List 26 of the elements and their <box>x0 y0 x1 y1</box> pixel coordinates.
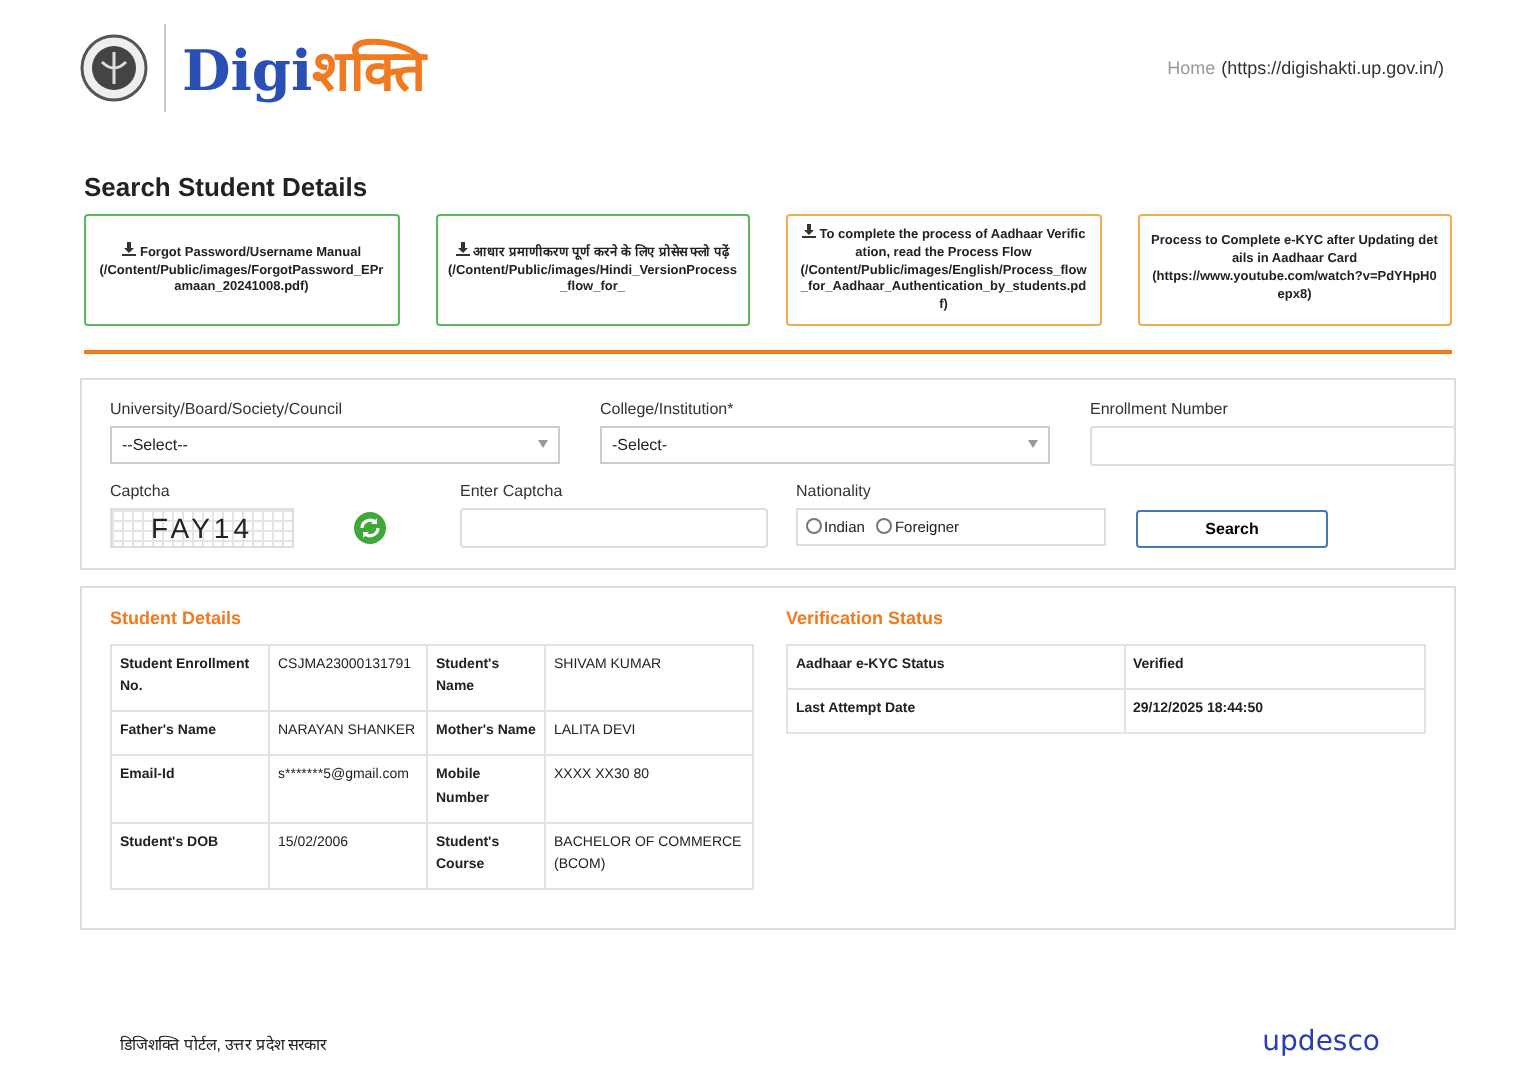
caret-icon <box>1028 440 1038 449</box>
search-button[interactable]: Search <box>1136 509 1328 548</box>
field-label: Enrollment Number <box>1090 399 1230 418</box>
captcha-image: FAY14 <box>110 507 294 548</box>
section-title: Verification Status <box>786 607 946 628</box>
input-field[interactable] <box>1090 425 1456 466</box>
field-label: Captcha <box>110 481 172 500</box>
page-title: Search Student Details <box>84 172 370 202</box>
download-icon <box>455 241 470 256</box>
download-icon <box>801 224 816 238</box>
field-label: University/Board/Society/Council <box>110 399 345 418</box>
refresh-icon[interactable] <box>354 511 386 544</box>
link-url: (https://digishakti.up.gov.in/) <box>1221 58 1444 78</box>
select-field[interactable]: --Select-- <box>110 425 560 464</box>
site-logo[interactable]: Digiशक्ति <box>182 30 427 106</box>
caret-icon <box>538 440 548 449</box>
field-label: Enter Captcha <box>460 481 565 500</box>
download-icon <box>121 241 136 256</box>
emblem-icon <box>80 34 148 102</box>
footer-text: डिजिशक्ति पोर्टल, उत्तर प्रदेश सरकार <box>120 1033 327 1053</box>
input-field[interactable] <box>460 507 768 548</box>
select-field[interactable]: -Select- <box>600 425 1050 464</box>
field-label: Nationality <box>796 481 873 500</box>
section-title: Student Details <box>110 607 244 628</box>
footer-logo: updesco <box>1262 1026 1380 1058</box>
field-label: College/Institution* <box>600 399 736 418</box>
